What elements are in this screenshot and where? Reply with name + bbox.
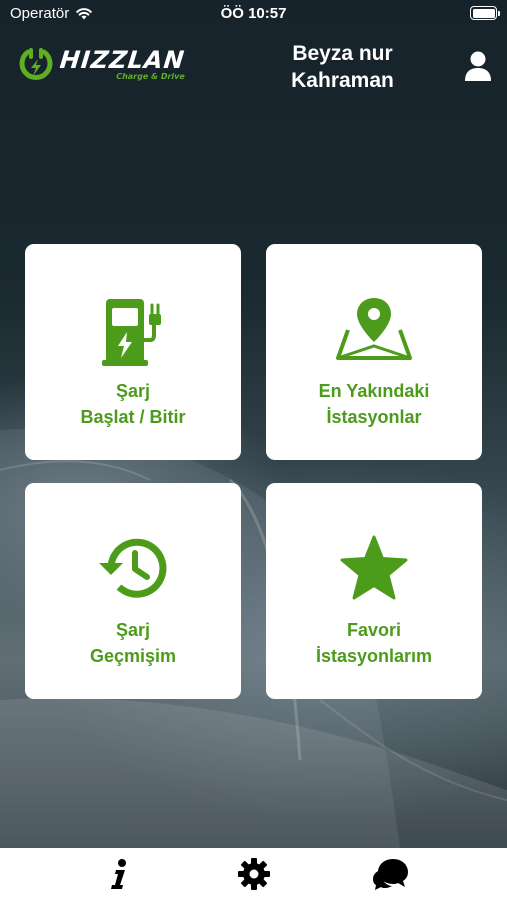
charge-history-button[interactable]: Şarj Geçmişim <box>25 483 241 699</box>
start-stop-charge-button[interactable]: Şarj Başlat / Bitir <box>25 244 241 460</box>
label-line1: Favori <box>346 620 402 640</box>
user-last-name: Kahraman <box>291 69 394 92</box>
icon-wrap <box>25 535 241 609</box>
card-label: En Yakındaki İstasyonlar <box>266 378 482 430</box>
clock: ÖÖ 10:57 <box>220 5 287 22</box>
label-line2: Başlat / Bitir <box>80 407 186 427</box>
user-name: Beyza nur Kahraman <box>270 40 415 94</box>
tab-settings[interactable] <box>219 848 289 900</box>
label-line2: İstasyonlar <box>326 407 422 427</box>
battery-icon <box>470 6 500 20</box>
tab-chat[interactable] <box>355 848 425 900</box>
icon-wrap <box>266 296 482 370</box>
star-icon <box>340 535 408 600</box>
bottom-tab-bar <box>0 848 507 900</box>
card-label: Favori İstasyonlarım <box>266 617 482 669</box>
logo-name: HIZZLAN <box>58 46 187 74</box>
card-label: Şarj Başlat / Bitir <box>25 378 241 430</box>
card-label: Şarj Geçmişim <box>25 617 241 669</box>
label-line2: İstasyonlarım <box>315 646 433 666</box>
label-line1: En Yakındaki <box>318 381 430 401</box>
favorite-stations-button[interactable]: Favori İstasyonlarım <box>266 483 482 699</box>
user-profile-icon[interactable] <box>464 50 492 82</box>
label-line2: Geçmişim <box>89 646 177 666</box>
tab-info[interactable] <box>84 848 154 900</box>
history-icon <box>99 538 167 598</box>
chat-icon <box>373 859 408 890</box>
label-line1: Şarj <box>115 381 151 401</box>
gear-icon <box>238 858 270 890</box>
icon-wrap <box>25 296 241 370</box>
status-bar: Operatör ÖÖ 10:57 <box>0 0 507 28</box>
logo-tagline: Charge & Drive <box>116 72 185 81</box>
map-pin-icon <box>336 298 412 360</box>
label-line1: Şarj <box>115 620 151 640</box>
user-first-name: Beyza nur <box>292 42 393 65</box>
logo: HIZZLAN Charge & Drive <box>18 46 187 84</box>
info-icon <box>111 859 126 889</box>
charging-station-icon <box>102 299 161 366</box>
app-header: HIZZLAN Charge & Drive Beyza nur Kahrama… <box>0 34 507 104</box>
plug-logo-icon <box>19 48 53 80</box>
nearest-stations-button[interactable]: En Yakındaki İstasyonlar <box>266 244 482 460</box>
icon-wrap <box>266 535 482 609</box>
